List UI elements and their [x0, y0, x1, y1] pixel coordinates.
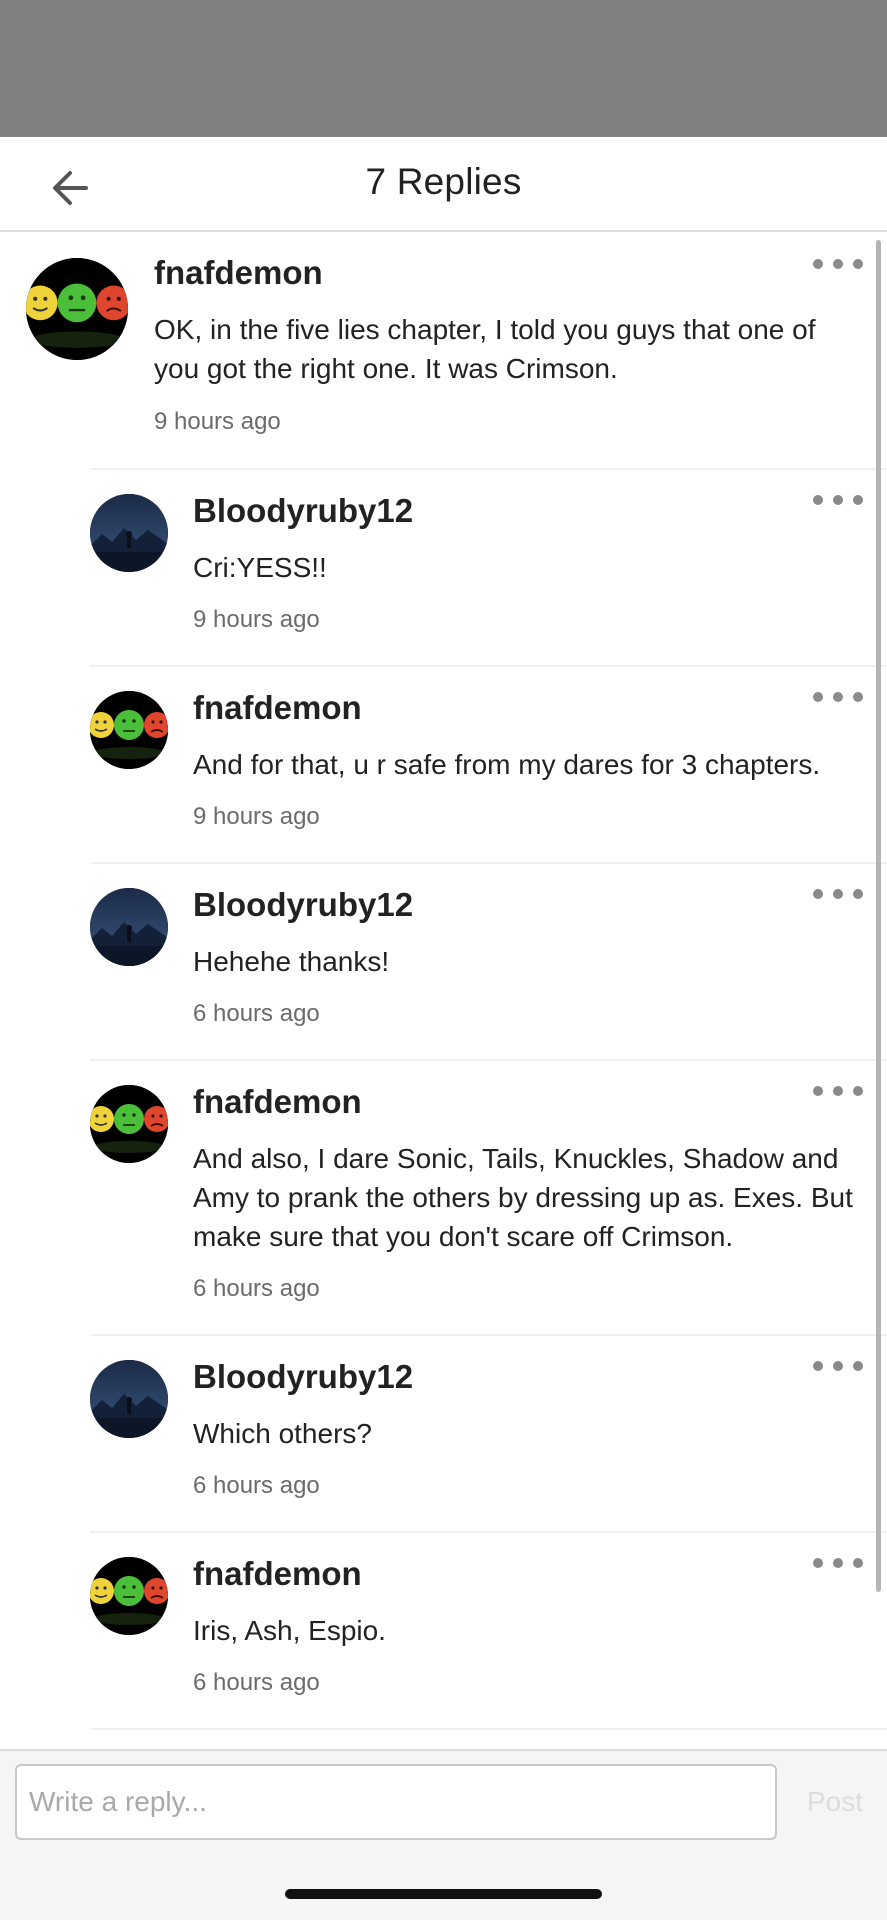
comment-timestamp: 6 hours ago [193, 1472, 320, 1499]
reply-composer: Post [0, 1749, 887, 1920]
more-options-button[interactable] [813, 1351, 863, 1381]
comment-timestamp: 6 hours ago [193, 1000, 320, 1027]
avatar[interactable] [26, 258, 128, 360]
avatar[interactable] [90, 1085, 168, 1163]
page-title: 7 Replies [365, 161, 522, 202]
comment-text: Which others? [193, 1418, 372, 1449]
comment-author[interactable]: Bloodyruby12 [193, 492, 413, 530]
comment-text: And also, I dare Sonic, Tails, Knuckles,… [193, 1143, 853, 1252]
more-options-button[interactable] [813, 1076, 863, 1106]
more-horizontal-icon [813, 1086, 823, 1096]
comment-timestamp: 9 hours ago [193, 803, 320, 830]
comment-timestamp: 6 hours ago [193, 1275, 320, 1302]
more-options-button[interactable] [813, 249, 863, 279]
more-options-button[interactable] [813, 879, 863, 909]
comment-timestamp: 9 hours ago [154, 408, 281, 435]
divider [90, 1728, 887, 1730]
avatar[interactable] [90, 1557, 168, 1635]
comment-author[interactable]: fnafdemon [193, 1555, 362, 1593]
more-horizontal-icon [813, 259, 823, 269]
reply-input[interactable] [15, 1764, 777, 1840]
night-mountain-avatar-icon [90, 888, 168, 966]
emoji-faces-avatar-icon [90, 691, 168, 769]
comment-author[interactable]: fnafdemon [193, 1083, 362, 1121]
reply-thread[interactable]: fnafdemon OK, in the five lies chapter, … [0, 232, 887, 1740]
comment-item: fnafdemon And also, I dare Sonic, Tails,… [0, 1061, 887, 1336]
post-button[interactable]: Post [790, 1776, 880, 1828]
dimmed-background[interactable] [0, 0, 887, 137]
more-options-button[interactable] [813, 485, 863, 515]
comment-item: fnafdemon Iris, Ash, Espio. 6 hours ago [0, 1533, 887, 1730]
emoji-faces-avatar-icon [26, 258, 128, 360]
replies-header: 7 Replies [0, 137, 887, 232]
scrollbar[interactable] [876, 240, 881, 1592]
comment-text: And for that, u r safe from my dares for… [193, 749, 821, 780]
more-options-button[interactable] [813, 1548, 863, 1578]
replies-sheet: 7 Replies fnafdemon OK, in the five lies… [0, 137, 887, 1920]
comment-text: Iris, Ash, Espio. [193, 1615, 386, 1646]
night-mountain-avatar-icon [90, 494, 168, 572]
comment-text: Hehehe thanks! [193, 946, 390, 977]
comment-author[interactable]: fnafdemon [154, 254, 323, 292]
comment-text: Cri:YESS!! [193, 552, 327, 583]
more-horizontal-icon [813, 1558, 823, 1568]
comment-timestamp: 9 hours ago [193, 606, 320, 633]
comment-item: Bloodyruby12 Hehehe thanks! 6 hours ago [0, 864, 887, 1061]
comment-text: OK, in the five lies chapter, I told you… [154, 314, 816, 384]
more-horizontal-icon [813, 1361, 823, 1371]
comment-item: fnafdemon And for that, u r safe from my… [0, 667, 887, 864]
emoji-faces-avatar-icon [90, 1557, 168, 1635]
comment-timestamp: 6 hours ago [193, 1669, 320, 1696]
avatar[interactable] [90, 888, 168, 966]
comment-author[interactable]: Bloodyruby12 [193, 886, 413, 924]
avatar[interactable] [90, 494, 168, 572]
comment-author[interactable]: fnafdemon [193, 689, 362, 727]
more-options-button[interactable] [813, 682, 863, 712]
emoji-faces-avatar-icon [90, 1085, 168, 1163]
more-horizontal-icon [813, 495, 823, 505]
night-mountain-avatar-icon [90, 1360, 168, 1438]
avatar[interactable] [90, 1360, 168, 1438]
more-horizontal-icon [813, 889, 823, 899]
comment-item: fnafdemon OK, in the five lies chapter, … [0, 232, 887, 470]
comment-author[interactable]: Bloodyruby12 [193, 1358, 413, 1396]
avatar[interactable] [90, 691, 168, 769]
more-horizontal-icon [813, 692, 823, 702]
comment-item: Bloodyruby12 Which others? 6 hours ago [0, 1336, 887, 1533]
home-indicator [285, 1889, 602, 1899]
comment-item: Bloodyruby12 Cri:YESS!! 9 hours ago [0, 470, 887, 667]
